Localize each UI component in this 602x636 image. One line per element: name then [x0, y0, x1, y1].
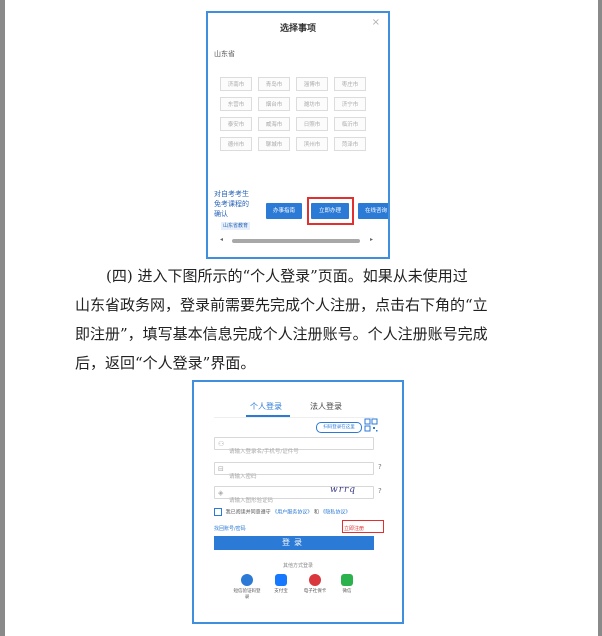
shield-icon: ◈	[218, 489, 224, 497]
city-button[interactable]: 泰安市	[220, 117, 252, 131]
select-item-dialog-screenshot: 选择事项 × 山东省 济南市 青岛市 淄博市 枣庄市 东营市 烟台市 潍坊市 济…	[206, 11, 390, 259]
city-button[interactable]: 东营市	[220, 97, 252, 111]
other-login-methods-label: 其他方式登录	[282, 563, 313, 569]
page-edge-right	[598, 0, 602, 636]
personal-login-screenshot: 个人登录 法人登录 扫码登录在这里 ⚇ ⊟ ? ◈ wrrq ? 我已阅读并同意…	[192, 380, 404, 624]
city-button[interactable]: 菏泽市	[334, 137, 366, 151]
scrollbar-thumb[interactable]	[232, 239, 360, 243]
social-card-login-option[interactable]: 电子社保卡	[300, 574, 330, 595]
agree-checkbox[interactable]	[214, 508, 222, 516]
item-description-line: 对自考考生	[214, 190, 249, 198]
city-button[interactable]: 威海市	[258, 117, 290, 131]
paragraph-line: 山东省政务网，登录前需要先完成个人注册，点击右下角的“立	[75, 296, 488, 314]
city-button[interactable]: 德州市	[220, 137, 252, 151]
city-button[interactable]: 淄博市	[296, 77, 328, 91]
item-description[interactable]: 对自考考生 免考课程的 确认	[214, 189, 266, 219]
register-link[interactable]: 立即注册	[344, 525, 364, 532]
wechat-icon	[341, 574, 353, 586]
agreement-row: 我已阅读并同意遵守 《用户服务协议》 和 《隐私协议》	[214, 508, 350, 516]
department-tag: 山东省教育	[221, 222, 251, 230]
city-button[interactable]: 烟台市	[258, 97, 290, 111]
forgot-password-link[interactable]: 找回账号/密码	[214, 525, 246, 532]
option-label: 微信	[342, 589, 352, 594]
wechat-login-option[interactable]: 微信	[332, 574, 362, 595]
alipay-icon	[275, 574, 287, 586]
tab-legal-login[interactable]: 法人登录	[310, 401, 342, 412]
login-button[interactable]: 登录	[214, 536, 374, 550]
consult-button[interactable]: 在线咨询	[358, 203, 388, 219]
sms-login-option[interactable]: 短信验证码登录	[232, 574, 262, 601]
paragraph-line: 后，返回“个人登录”界面。	[75, 354, 256, 372]
city-button[interactable]: 枣庄市	[334, 77, 366, 91]
close-icon[interactable]: ×	[372, 17, 380, 28]
city-button[interactable]: 济宁市	[334, 97, 366, 111]
item-description-line: 确认	[214, 210, 228, 218]
scroll-right-icon[interactable]: ▸	[370, 236, 373, 243]
alipay-login-option[interactable]: 支付宝	[266, 574, 296, 595]
city-button[interactable]: 济南市	[220, 77, 252, 91]
captcha-input[interactable]	[215, 495, 359, 507]
option-label: 支付宝	[274, 589, 288, 594]
tab-personal-login[interactable]: 个人登录	[250, 401, 282, 412]
horizontal-scrollbar[interactable]: ◂ ▸	[220, 236, 376, 245]
city-button[interactable]: 临沂市	[334, 117, 366, 131]
password-field[interactable]: ⊟	[214, 462, 374, 483]
qr-code-icon[interactable]	[364, 418, 378, 432]
guide-button[interactable]: 办事指南	[266, 203, 302, 219]
scroll-left-icon[interactable]: ◂	[220, 236, 223, 243]
privacy-agreement-link[interactable]: 《隐私协议》	[320, 510, 350, 516]
highlight-box	[307, 197, 354, 225]
page-edge-left	[0, 0, 5, 636]
social-security-card-icon	[309, 574, 321, 586]
city-button[interactable]: 青岛市	[258, 77, 290, 91]
option-label: 短信验证码登录	[233, 589, 261, 600]
service-agreement-link[interactable]: 《用户服务协议》	[272, 510, 312, 516]
help-icon[interactable]: ?	[378, 463, 382, 471]
item-description-line: 免考课程的	[214, 200, 249, 208]
agreement-text: 我已阅读并同意遵守	[225, 509, 271, 516]
help-icon[interactable]: ?	[378, 487, 382, 495]
paragraph-line: 即注册”，填写基本信息完成个人注册账号。个人注册账号完成	[75, 325, 488, 343]
tab-divider	[214, 417, 374, 418]
agreement-and: 和	[313, 509, 319, 516]
dialog-title: 选择事项	[279, 24, 316, 34]
city-button[interactable]: 滨州市	[296, 137, 328, 151]
password-input[interactable]	[215, 471, 359, 483]
city-button[interactable]: 聊城市	[258, 137, 290, 151]
lock-icon: ⊟	[218, 465, 224, 473]
username-field[interactable]: ⚇	[214, 437, 374, 458]
city-button[interactable]: 日照市	[296, 117, 328, 131]
instruction-paragraph: (四) 进入下图所示的“个人登录”页面。如果从未使用过 山东省政务网，登录前需要…	[75, 262, 531, 378]
user-icon: ⚇	[218, 440, 225, 448]
option-label: 电子社保卡	[303, 589, 327, 594]
province-label: 山东省	[214, 50, 235, 58]
username-input[interactable]	[215, 446, 359, 458]
paragraph-line: (四) 进入下图所示的“个人登录”页面。如果从未使用过	[106, 267, 468, 285]
captcha-image[interactable]: wrrq	[330, 485, 356, 495]
sms-icon	[241, 574, 253, 586]
active-tab-indicator	[246, 415, 290, 417]
city-button[interactable]: 潍坊市	[296, 97, 328, 111]
qr-login-hint[interactable]: 扫码登录在这里	[316, 422, 362, 433]
